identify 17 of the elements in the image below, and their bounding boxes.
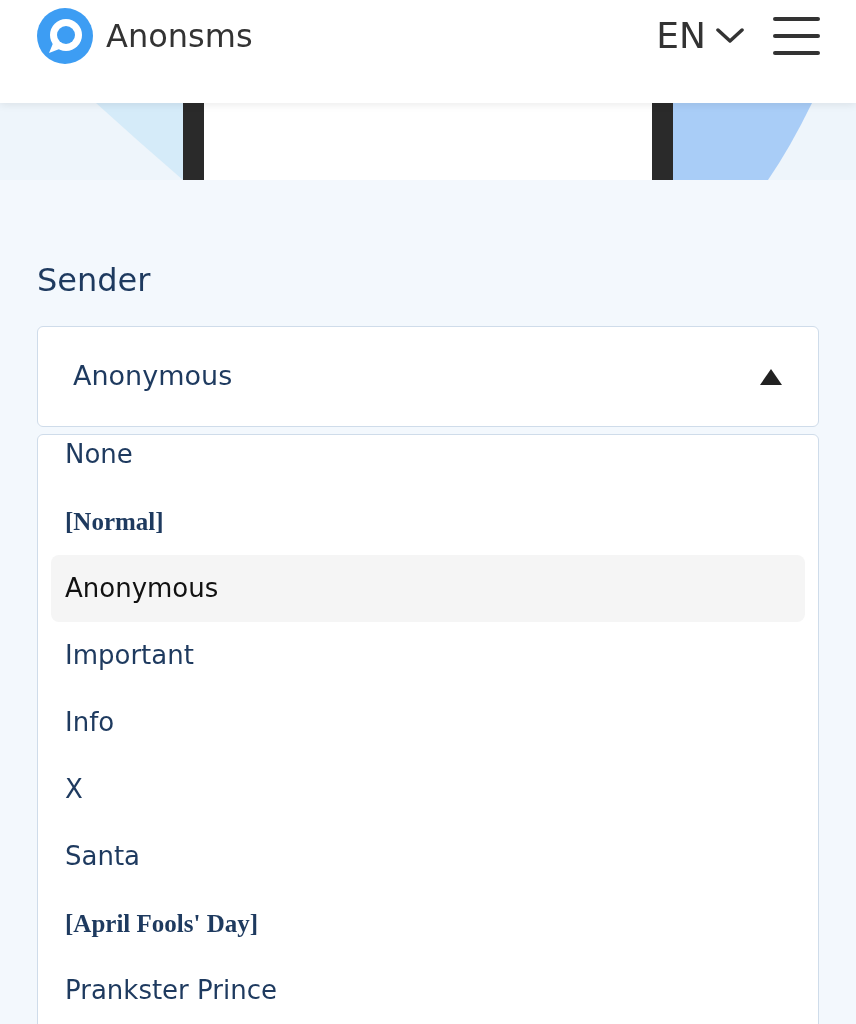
language-selector[interactable]: EN — [656, 18, 744, 54]
dropdown-option[interactable]: Anonymous — [51, 555, 805, 622]
dropdown-option[interactable]: Prankster Prince — [51, 957, 805, 1024]
caret-up-icon — [760, 368, 782, 385]
option-group-heading: [April Fools' Day] — [64, 908, 260, 939]
chevron-down-icon — [716, 28, 744, 44]
dropdown-option[interactable]: None — [51, 435, 805, 488]
sender-label: Sender — [37, 260, 152, 300]
brand-name[interactable]: Anonsms — [106, 20, 253, 52]
menu-icon[interactable] — [773, 17, 820, 55]
sender-select[interactable]: Anonymous — [37, 326, 819, 427]
dropdown-option[interactable]: Important — [51, 622, 805, 689]
option-group-heading: [Normal] — [64, 506, 165, 537]
dropdown-option[interactable]: Santa — [51, 823, 805, 890]
dropdown-option[interactable]: Info — [51, 689, 805, 756]
chat-bubble-logo-icon — [37, 8, 93, 64]
dropdown-option[interactable]: X — [51, 756, 805, 823]
